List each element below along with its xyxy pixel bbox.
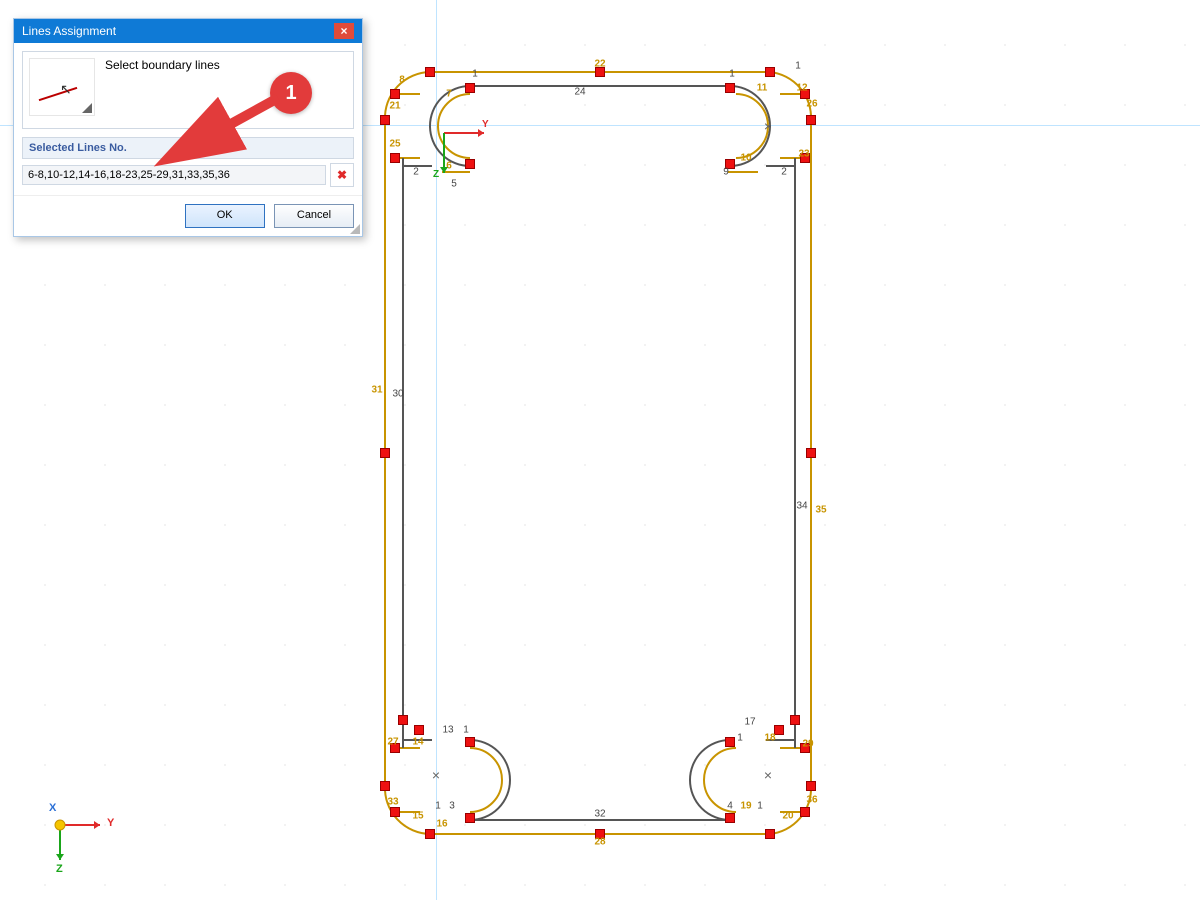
line-label: 1: [729, 69, 735, 80]
line-label: 1: [472, 69, 478, 80]
line-label: 35: [815, 505, 826, 516]
selection-handle[interactable]: [414, 725, 424, 735]
cancel-button[interactable]: Cancel: [274, 204, 354, 228]
line-label: 7: [446, 89, 452, 100]
selection-handle[interactable]: [806, 115, 816, 125]
model-origin-axes: Y Z: [436, 125, 496, 188]
line-label: 1: [435, 801, 441, 812]
line-label: 23: [798, 149, 809, 160]
annotation-arrow: [170, 90, 310, 170]
selection-handle[interactable]: [425, 67, 435, 77]
selection-handle[interactable]: [765, 67, 775, 77]
selection-handle[interactable]: [806, 781, 816, 791]
resize-grip[interactable]: [350, 224, 360, 234]
line-label: 22: [594, 59, 605, 70]
line-label: 3: [449, 801, 455, 812]
line-label: 1: [757, 801, 763, 812]
selection-handle[interactable]: [725, 83, 735, 93]
line-label: 10: [740, 153, 751, 164]
node-marker: ×: [764, 767, 772, 783]
line-label: 20: [782, 811, 793, 822]
line-label: 16: [436, 819, 447, 830]
ok-button[interactable]: OK: [185, 204, 265, 228]
selection-handle[interactable]: [765, 829, 775, 839]
line-label: 14: [412, 737, 423, 748]
line-label: 9: [723, 167, 729, 178]
selection-handle[interactable]: [790, 715, 800, 725]
line-label: 36: [806, 795, 817, 806]
node-marker: ×: [764, 118, 772, 134]
line-label: 8: [399, 75, 405, 86]
axis-z-label-2: Z: [56, 863, 63, 875]
node-marker: ×: [432, 767, 440, 783]
line-label: 30: [392, 389, 403, 400]
instruction-text: Select boundary lines: [105, 58, 220, 72]
line-label: 19: [740, 801, 751, 812]
line-label: 2: [781, 167, 787, 178]
selection-handle[interactable]: [725, 737, 735, 747]
selection-handle[interactable]: [465, 83, 475, 93]
clear-selection-button[interactable]: ✖: [330, 163, 354, 187]
line-label: 12: [796, 83, 807, 94]
global-axes: X Y Z: [45, 805, 125, 878]
selection-handle[interactable]: [465, 737, 475, 747]
line-label: 13: [442, 725, 453, 736]
line-label: 11: [757, 83, 768, 94]
line-label: 1: [795, 61, 801, 72]
line-label: 33: [387, 797, 398, 808]
cursor-icon: ↖: [60, 81, 72, 98]
selection-handle[interactable]: [390, 89, 400, 99]
line-label: 17: [744, 717, 755, 728]
dialog-titlebar[interactable]: Lines Assignment ×: [14, 19, 362, 43]
axis-y-label: Y: [482, 119, 489, 130]
line-label: 21: [389, 101, 400, 112]
selection-handle[interactable]: [380, 448, 390, 458]
selection-handle[interactable]: [390, 807, 400, 817]
line-label: 28: [594, 837, 605, 848]
line-label: 24: [574, 87, 585, 98]
selection-handle[interactable]: [390, 153, 400, 163]
line-label: 32: [594, 809, 605, 820]
selection-handle[interactable]: [725, 813, 735, 823]
selection-handle[interactable]: [398, 715, 408, 725]
line-label: 31: [371, 385, 382, 396]
line-label: 29: [802, 739, 813, 750]
line-label: 18: [764, 733, 775, 744]
line-label: 26: [806, 99, 817, 110]
axis-y-label-2: Y: [107, 817, 114, 829]
line-label: 34: [796, 501, 807, 512]
selection-handle[interactable]: [806, 448, 816, 458]
line-label: 2: [413, 167, 419, 178]
selection-handle[interactable]: [380, 781, 390, 791]
line-label: 1: [737, 733, 743, 744]
selection-handle[interactable]: [425, 829, 435, 839]
axis-z-label: Z: [433, 169, 439, 180]
selection-handle[interactable]: [465, 813, 475, 823]
selection-handle[interactable]: [800, 807, 810, 817]
line-label: 27: [387, 737, 398, 748]
axis-x-label: X: [49, 802, 56, 814]
line-label: 25: [389, 139, 400, 150]
close-button[interactable]: ×: [334, 23, 354, 39]
select-line-icon: ↖: [29, 58, 95, 116]
selection-handle[interactable]: [380, 115, 390, 125]
line-label: 15: [412, 811, 423, 822]
line-label: 1: [463, 725, 469, 736]
line-label: 4: [727, 801, 733, 812]
dialog-title: Lines Assignment: [22, 19, 116, 43]
